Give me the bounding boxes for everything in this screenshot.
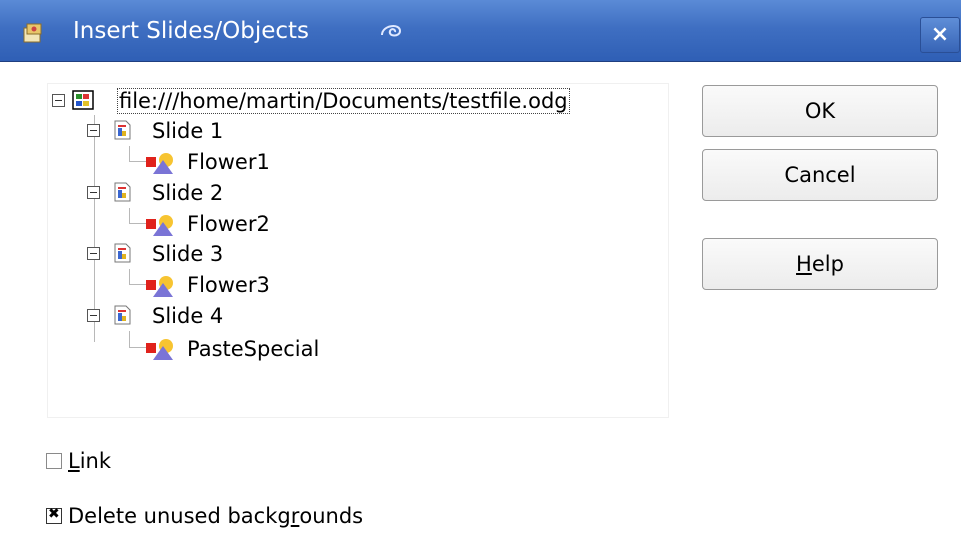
delete-backgrounds-mnemonic: r [290, 504, 300, 528]
tree-connector [129, 269, 130, 284]
app-icon [23, 23, 42, 43]
slides-tree[interactable]: file:///home/martin/Documents/testfile.o… [47, 83, 669, 418]
link-option[interactable]: Link [46, 446, 111, 476]
help-label-rest: elp [811, 252, 844, 276]
tree-slide-item[interactable]: Slide 2 [152, 178, 223, 208]
tree-slide-item[interactable]: Slide 3 [152, 239, 223, 269]
object-label: Flower3 [187, 273, 270, 297]
object-label: Flower2 [187, 212, 270, 236]
collapse-slide-4-toggle[interactable] [87, 309, 100, 322]
slide-icon [114, 120, 131, 140]
collapse-root-toggle[interactable] [52, 94, 65, 107]
window-title: Insert Slides/Objects [73, 18, 310, 44]
delete-backgrounds-checkbox[interactable] [46, 506, 62, 524]
slide-icon [114, 243, 131, 263]
slide-label: Slide 3 [152, 242, 224, 266]
shape-object-icon [146, 153, 173, 174]
insert-slides-dialog: Insert Slides/Objects × file:///home/mar… [0, 0, 961, 550]
tree-root-item[interactable]: file:///home/martin/Documents/testfile.o… [117, 86, 570, 116]
delete-backgrounds-label-1: Delete unused backg [68, 504, 291, 528]
tree-slide-item[interactable]: Slide 1 [152, 116, 223, 146]
tree-slide-item[interactable]: Slide 4 [152, 301, 223, 331]
tree-object-item[interactable]: PasteSpecial [187, 334, 319, 364]
tree-object-item[interactable]: Flower1 [187, 147, 270, 177]
ok-button[interactable]: OK [702, 85, 938, 137]
link-label-rest: ink [79, 449, 112, 473]
tree-connector [94, 115, 95, 342]
slide-icon [114, 182, 131, 202]
collapse-slide-3-toggle[interactable] [87, 247, 100, 260]
link-mnemonic: L [68, 449, 80, 473]
link-checkbox[interactable] [46, 453, 62, 469]
title-bar[interactable]: Insert Slides/Objects × [0, 0, 961, 62]
tree-connector [129, 146, 130, 161]
object-label: PasteSpecial [187, 337, 320, 361]
cancel-button[interactable]: Cancel [702, 149, 938, 201]
tree-object-item[interactable]: Flower2 [187, 209, 270, 239]
drawing-document-icon [72, 90, 94, 110]
delete-backgrounds-label-2: ounds [299, 504, 364, 528]
slide-label: Slide 4 [152, 304, 224, 328]
help-mnemonic: H [796, 252, 812, 276]
slide-icon [114, 305, 131, 325]
swirl-icon [381, 25, 402, 37]
tree-connector [129, 331, 130, 347]
close-button[interactable]: × [920, 17, 960, 53]
root-file-label: file:///home/martin/Documents/testfile.o… [117, 88, 570, 114]
object-label: Flower1 [187, 150, 270, 174]
delete-backgrounds-option[interactable]: Delete unused backgrounds [46, 501, 363, 531]
shape-object-icon [146, 215, 173, 236]
slide-label: Slide 1 [152, 119, 224, 143]
collapse-slide-1-toggle[interactable] [87, 124, 100, 137]
shape-object-icon [146, 276, 173, 297]
tree-object-item[interactable]: Flower3 [187, 270, 270, 300]
collapse-slide-2-toggle[interactable] [87, 186, 100, 199]
shape-object-icon [146, 339, 173, 360]
tree-connector [129, 208, 130, 223]
help-button[interactable]: Help [702, 238, 938, 290]
slide-label: Slide 2 [152, 181, 224, 205]
